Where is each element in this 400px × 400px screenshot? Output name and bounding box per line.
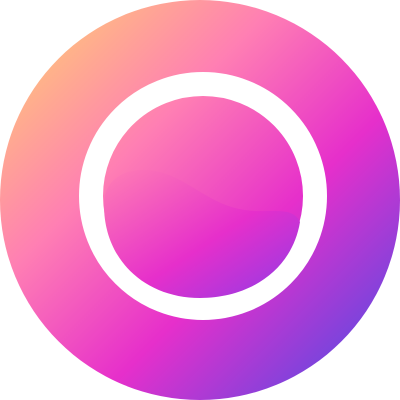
app-icon-canvas — [0, 0, 400, 400]
app-logo-icon — [0, 0, 400, 400]
